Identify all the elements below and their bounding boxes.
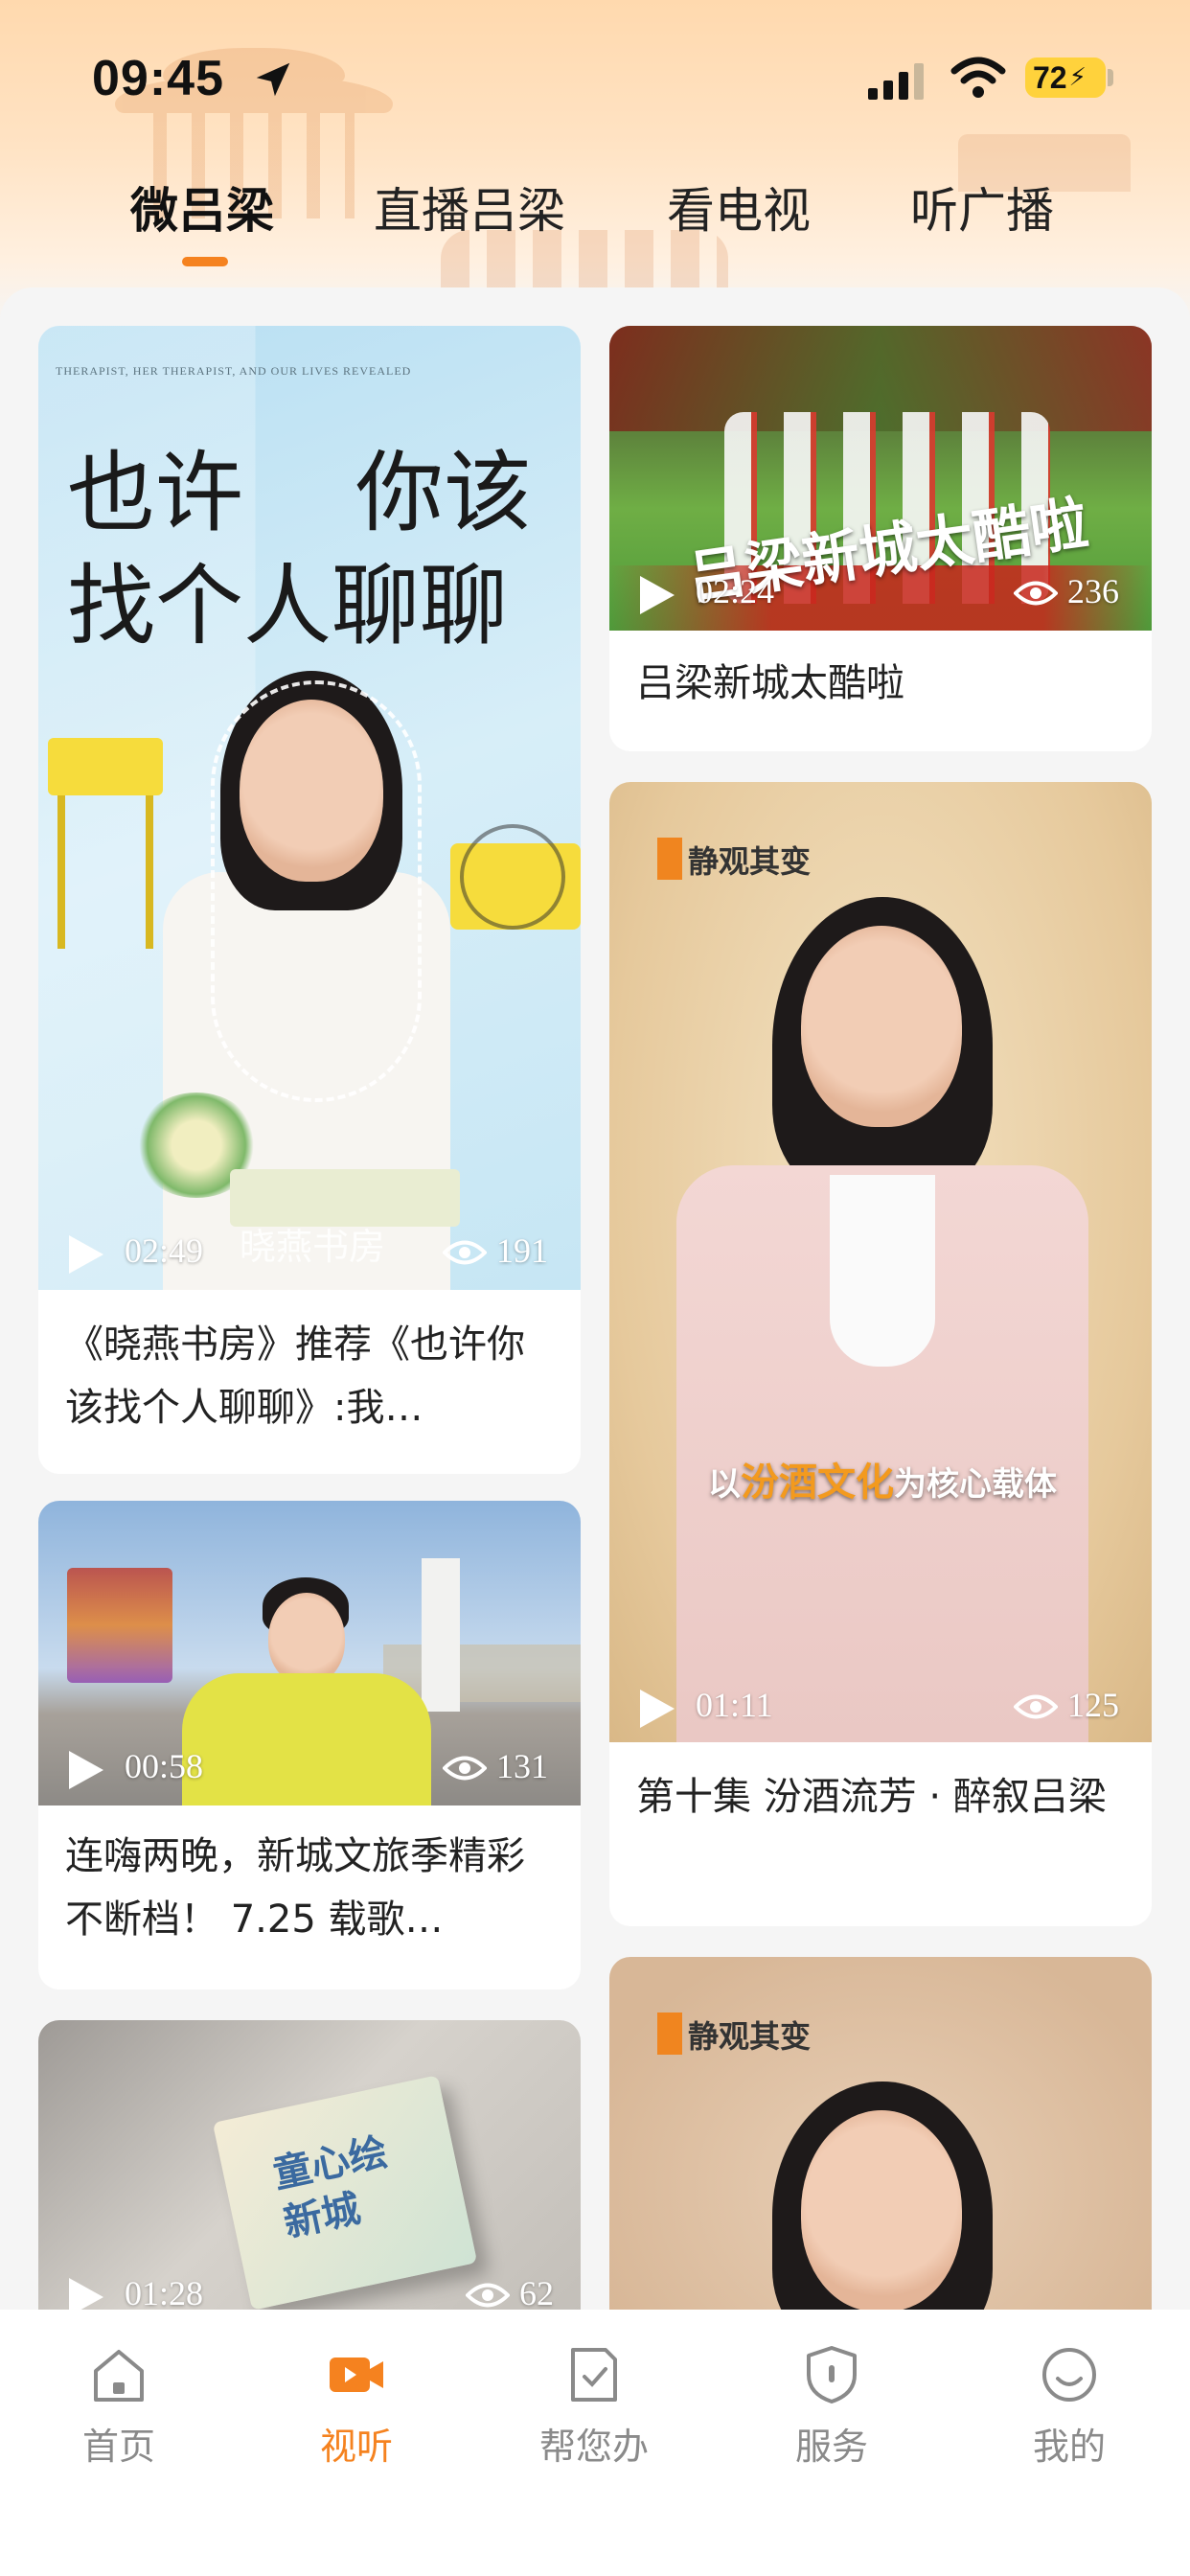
logo-mark: [657, 2012, 682, 2055]
play-icon: [640, 576, 675, 614]
thumbnail-headline: 也许 你该: [67, 442, 532, 544]
wifi-icon: [950, 57, 1006, 98]
video-thumbnail[interactable]: 静观其变: [609, 1957, 1152, 2310]
battery-icon: 72 ⚡: [1025, 58, 1106, 98]
scribble-illustration: [460, 824, 565, 930]
thumbnail-caption: THERAPIST, HER THERAPIST, AND OUR LIVES …: [56, 364, 412, 378]
smiley-profile-icon: [1042, 2348, 1096, 2402]
video-card[interactable]: 吕梁新城太酷啦 02:24 236 吕梁新城太酷啦: [609, 326, 1152, 751]
video-card[interactable]: THERAPIST, HER THERAPIST, AND OUR LIVES …: [38, 326, 581, 1474]
video-title[interactable]: 第十集 汾酒流芳 · 醉叙吕梁: [636, 1765, 1129, 1828]
thumbnail-caption: 以汾酒文化为核心载体: [667, 1451, 1098, 1506]
nav-home[interactable]: 首页: [42, 2344, 195, 2470]
video-duration: 02:24: [696, 572, 775, 610]
video-card[interactable]: 00:58 131 连嗨两晚，新城文旅季精彩不断档！ 7.25 载歌…: [38, 1501, 581, 1990]
nav-label: 首页: [81, 2426, 155, 2468]
presenter-face: [268, 1593, 345, 1685]
status-bar: 09:45 72 ⚡: [0, 0, 1190, 153]
logo-mark: [657, 838, 682, 880]
chair-leg: [146, 795, 153, 949]
shield-icon: [807, 2346, 857, 2404]
video-meta: 02:49 191: [38, 1225, 581, 1282]
location-arrow-icon: [256, 62, 290, 97]
nav-help-you[interactable]: 帮您办: [517, 2344, 671, 2470]
video-thumbnail[interactable]: THERAPIST, HER THERAPIST, AND OUR LIVES …: [38, 326, 581, 1290]
active-tab-indicator: [182, 257, 228, 266]
tab-radio[interactable]: 听广播: [910, 172, 1054, 242]
tab-watch-tv[interactable]: 看电视: [667, 172, 811, 242]
signal-icon: [868, 63, 924, 100]
nav-services[interactable]: 服务: [755, 2344, 908, 2470]
dashed-outline: [211, 680, 422, 1102]
video-meta: 01:11 125: [609, 1679, 1152, 1736]
video-card[interactable]: 静观其变: [609, 1957, 1152, 2310]
video-feed[interactable]: THERAPIST, HER THERAPIST, AND OUR LIVES …: [0, 288, 1190, 2310]
channel-logo: 静观其变: [688, 2018, 812, 2055]
charging-bolt-icon: ⚡: [1068, 63, 1087, 92]
view-count: 62: [519, 2274, 554, 2310]
video-card[interactable]: 静观其变 以汾酒文化为核心载体 01:11 125 第十集 汾酒流芳 · 醉叙吕…: [609, 782, 1152, 1926]
video-duration: 02:49: [125, 1231, 204, 1270]
view-count: 125: [1067, 1686, 1119, 1724]
status-time: 09:45: [92, 51, 224, 106]
bottom-navigation: 首页 视听 帮您办 服务 我的: [0, 2310, 1190, 2576]
video-camera-icon: [330, 2358, 383, 2392]
battery-level: 72: [1033, 59, 1067, 95]
video-title[interactable]: 连嗨两晚，新城文旅季精彩不断档！ 7.25 载歌…: [65, 1825, 558, 1951]
view-count: 131: [496, 1747, 548, 1785]
eye-icon: [443, 1756, 487, 1781]
video-thumbnail[interactable]: 静观其变 以汾酒文化为核心载体 01:11 125: [609, 782, 1152, 1742]
nav-label: 服务: [794, 2426, 868, 2468]
channel-logo: 静观其变: [688, 843, 812, 880]
play-icon: [69, 2278, 103, 2310]
tab-wei-lvliang[interactable]: 微吕梁: [130, 172, 274, 242]
eye-icon: [1014, 1694, 1058, 1719]
battery-cap: [1108, 69, 1113, 86]
document-check-icon: [571, 2348, 617, 2402]
video-duration: 01:28: [125, 2274, 204, 2310]
video-meta: 02:24 236: [609, 565, 1152, 623]
caption-suffix: 为核心载体: [894, 1465, 1057, 1504]
video-meta: 01:28 62: [38, 2267, 581, 2310]
chair-leg: [57, 795, 65, 949]
presenter-face: [801, 926, 962, 1127]
nav-label: 我的: [1032, 2426, 1106, 2468]
home-indicator[interactable]: [408, 2540, 782, 2551]
caption-highlight: 汾酒文化: [741, 1460, 894, 1505]
video-title[interactable]: 吕梁新城太酷啦: [636, 652, 1129, 715]
video-card[interactable]: 童心绘新城 01:28 62: [38, 2020, 581, 2310]
video-thumbnail[interactable]: 童心绘新城 01:28 62: [38, 2020, 581, 2310]
presenter-blouse: [830, 1175, 935, 1367]
play-icon: [69, 1235, 103, 1274]
eye-icon: [1014, 581, 1058, 606]
sign-board: [422, 1558, 460, 1712]
caption-prefix: 以: [708, 1465, 741, 1504]
video-duration: 00:58: [125, 1747, 204, 1785]
video-thumbnail[interactable]: 00:58 131: [38, 1501, 581, 1806]
video-thumbnail[interactable]: 吕梁新城太酷啦 02:24 236: [609, 326, 1152, 631]
tab-live-lvliang[interactable]: 直播吕梁: [374, 172, 565, 242]
presenter-face: [801, 2110, 962, 2310]
play-icon: [640, 1690, 675, 1728]
eye-icon: [466, 2283, 510, 2308]
play-icon: [69, 1751, 103, 1789]
nav-label: 帮您办: [538, 2426, 649, 2468]
view-count: 236: [1067, 572, 1119, 610]
nav-mine[interactable]: 我的: [993, 2344, 1146, 2470]
eye-icon: [443, 1240, 487, 1265]
video-meta: 00:58 131: [38, 1740, 581, 1798]
home-icon: [94, 2350, 144, 2402]
video-duration: 01:11: [696, 1686, 773, 1724]
nav-label: 视听: [319, 2426, 393, 2468]
thumbnail-headline: 找个人聊聊: [67, 555, 509, 657]
chair-illustration: [48, 738, 163, 795]
view-count: 191: [496, 1231, 548, 1270]
nav-audio-video[interactable]: 视听: [280, 2344, 433, 2470]
top-tab-bar: 微吕梁 直播吕梁 看电视 听广播: [0, 172, 1190, 278]
stage-structure: [67, 1568, 172, 1683]
video-title[interactable]: 《晓燕书房》推荐《也许你该找个人聊聊》:我…: [65, 1313, 558, 1439]
